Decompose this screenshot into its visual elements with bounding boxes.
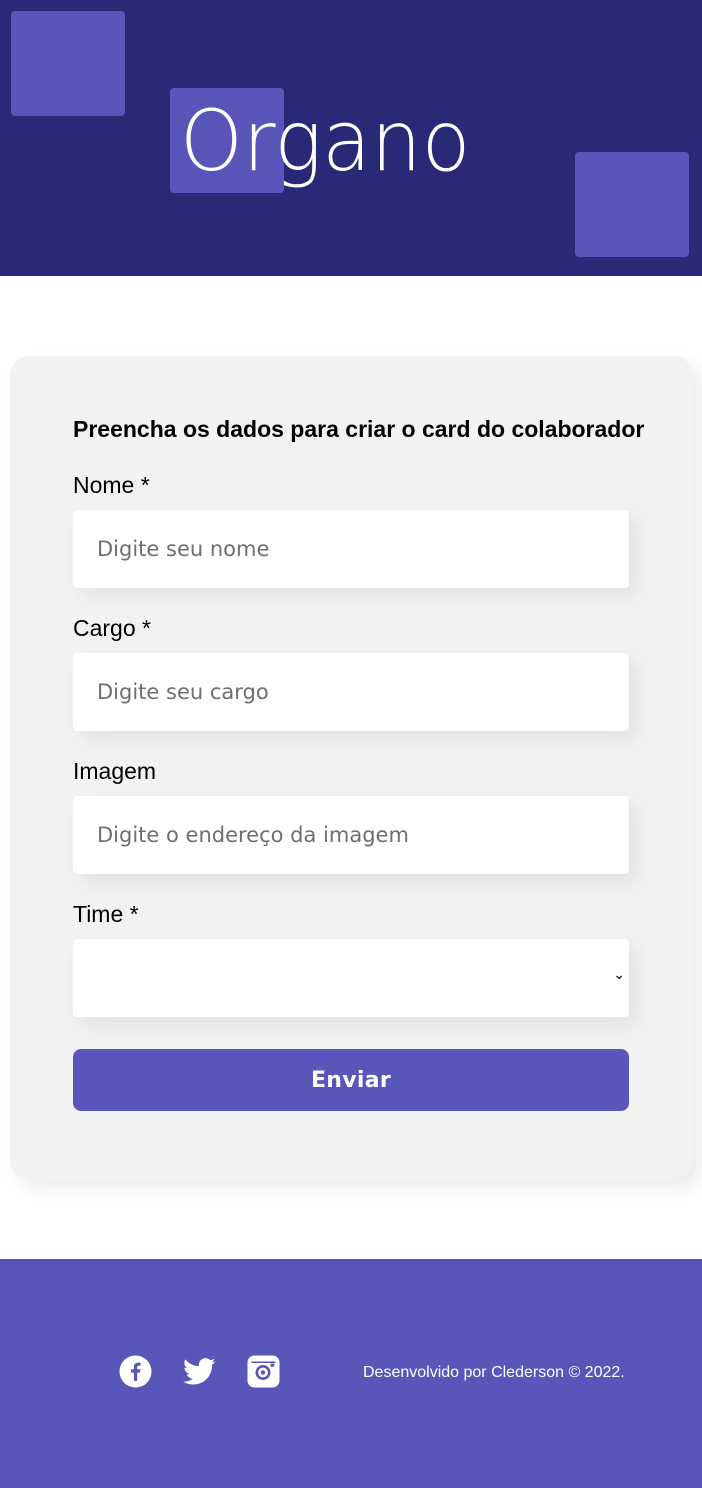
image-url-input[interactable] bbox=[73, 796, 629, 874]
role-input[interactable] bbox=[73, 653, 629, 731]
name-label: Nome * bbox=[73, 472, 150, 498]
logo: Organo bbox=[180, 92, 471, 190]
team-select[interactable]: ⌄ bbox=[73, 939, 629, 1017]
submit-button[interactable]: Enviar bbox=[73, 1049, 629, 1111]
form-title: Preencha os dados para criar o card do c… bbox=[73, 416, 645, 442]
team-label: Time * bbox=[73, 901, 139, 927]
decorative-square bbox=[11, 11, 125, 116]
instagram-icon[interactable] bbox=[247, 1355, 280, 1388]
facebook-icon[interactable] bbox=[119, 1355, 152, 1388]
credits-text: Desenvolvido por Clederson © 2022. bbox=[363, 1364, 625, 1381]
twitter-icon[interactable] bbox=[183, 1355, 216, 1388]
collaborator-form: Preencha os dados para criar o card do c… bbox=[10, 356, 693, 1180]
image-label: Imagem bbox=[73, 758, 157, 784]
name-input[interactable] bbox=[73, 510, 629, 588]
chevron-down-icon: ⌄ bbox=[613, 967, 625, 983]
footer: Desenvolvido por Clederson © 2022. bbox=[0, 1259, 702, 1488]
role-label: Cargo * bbox=[73, 615, 151, 641]
banner: Organo bbox=[0, 0, 702, 276]
decorative-square bbox=[575, 152, 689, 257]
